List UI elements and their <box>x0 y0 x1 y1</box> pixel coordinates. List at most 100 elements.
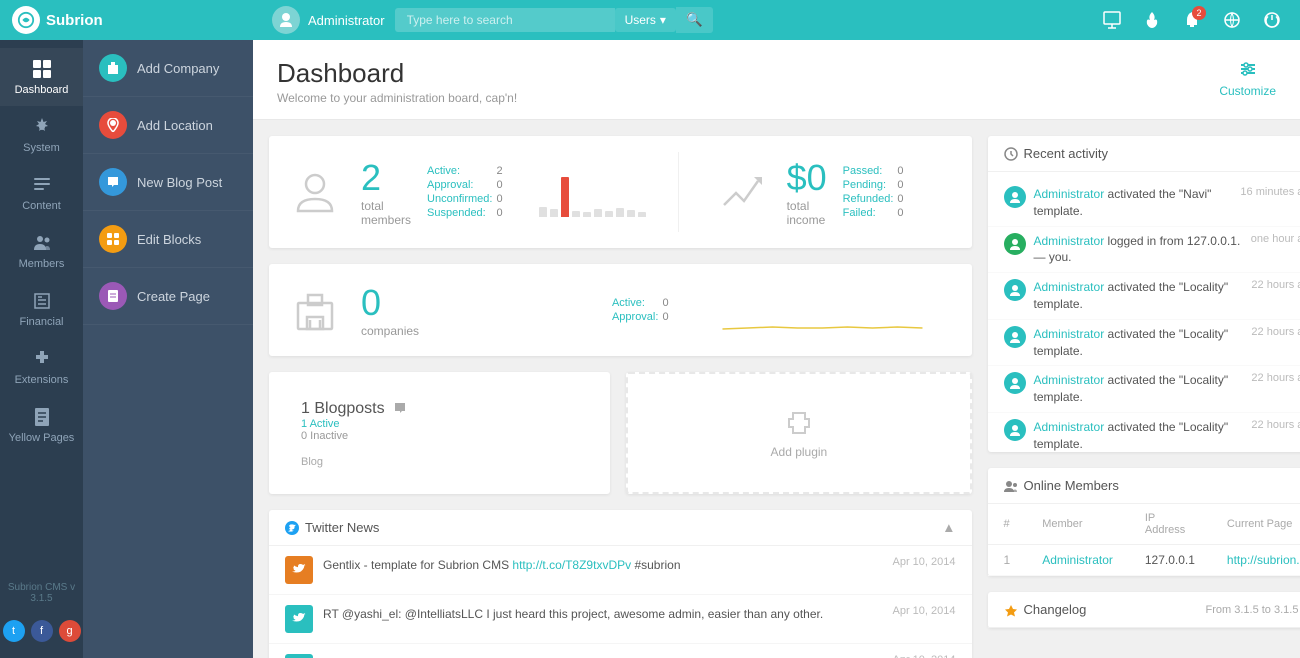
activity-user[interactable]: Administrator <box>1034 280 1105 294</box>
income-pending: 0 <box>897 178 907 192</box>
online-members-header: Online Members ▲ <box>988 468 1300 504</box>
member-link[interactable]: Administrator <box>1042 553 1113 567</box>
companies-approval: 0 <box>662 310 672 324</box>
activity-text: Administrator activated the "Locality" t… <box>1034 419 1244 452</box>
dropdown-edit-blocks[interactable]: Edit Blocks <box>83 211 253 268</box>
main-layout: Dashboard System Content Members Financi… <box>0 40 1300 658</box>
stat-divider <box>678 152 679 232</box>
members-unconfirmed: 0 <box>496 192 506 206</box>
members-count: 2 <box>361 157 411 199</box>
companies-count: 0 <box>361 282 596 324</box>
twitter-text: @yashi_el Yes, you can create custom pos… <box>323 654 883 658</box>
user-avatar <box>272 6 300 34</box>
twitter-link[interactable]: http://t.co/T8Z9txvDPv <box>512 558 631 572</box>
page-link[interactable]: http://subrion.git/ <box>1227 553 1300 567</box>
sidebar-item-system[interactable]: System <box>0 106 83 164</box>
sidebar-item-members-label: Members <box>19 258 65 270</box>
dropdown-new-blog-post[interactable]: New Blog Post <box>83 154 253 211</box>
sidebar-item-content[interactable]: Content <box>0 164 83 222</box>
logo-icon <box>12 6 40 34</box>
sidebar-item-yellow-pages-label: Yellow Pages <box>9 432 75 444</box>
activity-list: Administrator activated the "Navi" templ… <box>988 172 1300 452</box>
recent-activity-header: Recent activity ▲ <box>988 136 1300 172</box>
create-page-label: Create Page <box>137 289 210 304</box>
members-suspended: 0 <box>496 206 506 220</box>
create-page-icon <box>99 282 127 310</box>
sidebar-item-members[interactable]: Members <box>0 222 83 280</box>
twitter-news-header: Twitter News ▲ <box>269 510 972 546</box>
twitter-icon[interactable]: t <box>3 620 25 642</box>
income-label: total income <box>787 199 827 227</box>
activity-user[interactable]: Administrator <box>1034 327 1105 341</box>
companies-chart <box>689 284 956 337</box>
dropdown-add-location[interactable]: Add Location <box>83 97 253 154</box>
power-icon[interactable] <box>1256 4 1288 36</box>
customize-button[interactable]: Customize <box>1219 58 1276 98</box>
dropdown-add-company[interactable]: Add Company <box>83 40 253 97</box>
activity-item: Administrator activated the "Navi" templ… <box>988 180 1300 227</box>
twitter-avatar <box>285 605 313 633</box>
monitor-icon[interactable] <box>1096 4 1128 36</box>
sidebar-item-content-label: Content <box>22 200 61 212</box>
activity-time: 22 hours ago <box>1251 372 1300 384</box>
search-input[interactable] <box>395 8 615 32</box>
page-title: Dashboard <box>277 58 517 89</box>
sidebar-item-dashboard[interactable]: Dashboard <box>0 48 83 106</box>
topbar-user: Administrator <box>272 6 385 34</box>
facebook-icon[interactable]: f <box>31 620 53 642</box>
twitter-collapse-btn[interactable]: ▲ <box>942 520 955 535</box>
companies-label: companies <box>361 324 596 338</box>
activity-time: 22 hours ago <box>1251 326 1300 338</box>
search-bar: Users ▾ 🔍 <box>395 7 1086 33</box>
activity-time: 22 hours ago <box>1251 419 1300 431</box>
activity-user[interactable]: Administrator <box>1034 234 1105 248</box>
activity-user[interactable]: Administrator <box>1034 420 1105 434</box>
activity-text: Administrator activated the "Locality" t… <box>1034 326 1244 360</box>
activity-avatar <box>1004 233 1026 255</box>
sidebar-version: Subrion CMS v 3.1.5 <box>0 574 83 612</box>
online-members-title: Online Members <box>1004 478 1119 493</box>
activity-user[interactable]: Administrator <box>1034 373 1105 387</box>
twitter-item: @yashi_el Yes, you can create custom pos… <box>269 644 972 658</box>
sidebar-item-extensions[interactable]: Extensions <box>0 338 83 396</box>
income-icon <box>711 162 771 222</box>
blog-card: 1 Blogposts 1 Active 0 Inactive Blog <box>269 372 610 494</box>
search-button[interactable]: 🔍 <box>676 7 713 33</box>
members-income-card: 2 total members Active:2 Approval:0 Unco… <box>269 136 972 248</box>
blog-plugin-row: 1 Blogposts 1 Active 0 Inactive Blog <box>269 372 972 494</box>
logo: Subrion <box>12 6 262 34</box>
dashboard-left: 2 total members Active:2 Approval:0 Unco… <box>269 136 972 658</box>
sidebar-social: t f g <box>0 612 83 650</box>
googleplus-icon[interactable]: g <box>59 620 81 642</box>
globe-icon[interactable] <box>1216 4 1248 36</box>
dashboard-header: Dashboard Welcome to your administration… <box>253 40 1300 120</box>
changelog-card: Changelog From 3.1.5 to 3.1.5 ▼ <box>988 592 1300 628</box>
activity-text: Administrator activated the "Locality" t… <box>1034 279 1244 313</box>
col-page: Current Page <box>1211 504 1300 545</box>
members-stat: 2 total members <box>361 157 411 227</box>
twitter-text: Gentlix - template for Subrion CMS http:… <box>323 556 883 574</box>
fire-icon[interactable] <box>1136 4 1168 36</box>
companies-icon <box>285 280 345 340</box>
users-dropdown-btn[interactable]: Users ▾ <box>615 8 676 32</box>
twitter-date: Apr 10, 2014 <box>893 654 956 658</box>
page-subtitle: Welcome to your administration board, ca… <box>277 91 517 105</box>
add-plugin-card[interactable]: Add plugin <box>626 372 971 494</box>
twitter-avatar <box>285 654 313 658</box>
sidebar-item-financial[interactable]: Financial <box>0 280 83 338</box>
companies-active: 0 <box>662 296 672 310</box>
dashboard-right: Recent activity ▲ Administrator activate… <box>988 136 1300 658</box>
row-page: http://subrion.git/ <box>1211 545 1300 576</box>
edit-blocks-label: Edit Blocks <box>137 232 201 247</box>
twitter-date: Apr 10, 2014 <box>893 556 956 568</box>
notification-icon[interactable]: 2 <box>1176 4 1208 36</box>
dropdown-create-page[interactable]: Create Page <box>83 268 253 325</box>
row-ip: 127.0.0.1 <box>1129 545 1211 576</box>
dashboard-title-section: Dashboard Welcome to your administration… <box>277 58 517 105</box>
activity-user[interactable]: Administrator <box>1034 187 1105 201</box>
sidebar-item-yellow-pages[interactable]: Yellow Pages <box>0 396 83 454</box>
dropdown-panel: Add Company Add Location New Blog Post E… <box>83 40 253 658</box>
activity-time: one hour ago <box>1251 233 1300 245</box>
twitter-news-card: Twitter News ▲ Gentlix - template for Su… <box>269 510 972 658</box>
twitter-text: RT @yashi_el: @IntelliatsLLC I just hear… <box>323 605 883 623</box>
